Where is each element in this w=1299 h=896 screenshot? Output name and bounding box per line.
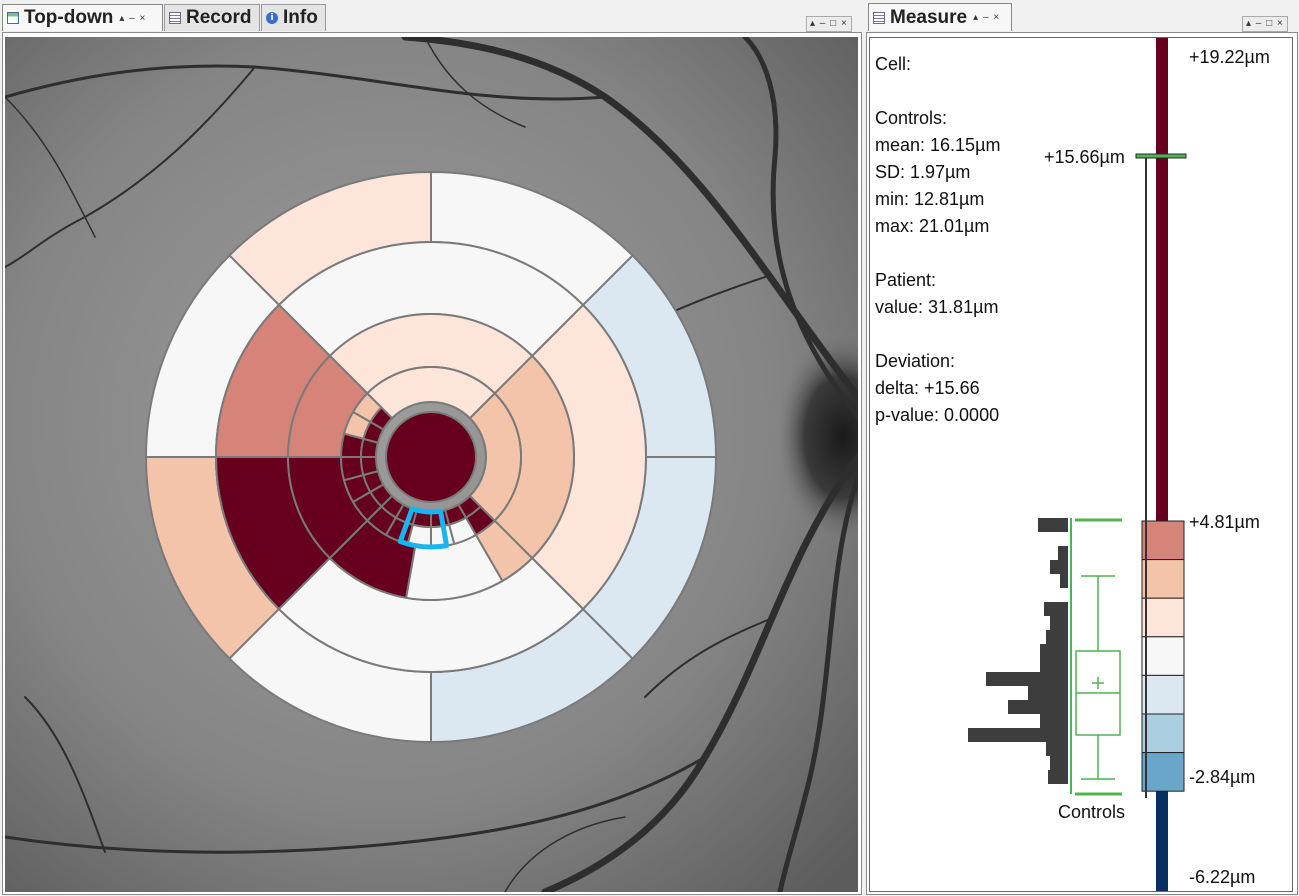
histogram-bar xyxy=(1048,770,1068,784)
etdrs-grid[interactable] xyxy=(144,170,718,744)
histogram-bar xyxy=(1050,756,1068,770)
tab-controls-icon[interactable]: ▴ – × xyxy=(119,13,146,24)
patient-marker xyxy=(1135,153,1187,159)
histogram-bar xyxy=(1040,644,1068,658)
histogram-bar xyxy=(1040,658,1068,672)
scale-band xyxy=(1141,597,1185,638)
histogram-bar xyxy=(1038,518,1068,532)
grid-center-cell xyxy=(385,411,477,503)
measure-area: Cell: Controls: mean: 16.15µm SD: 1.97µm… xyxy=(869,37,1293,892)
scale-band xyxy=(1141,559,1185,599)
info-icon: i xyxy=(266,12,278,24)
tab-controls-icon[interactable]: ▴ – × xyxy=(973,12,1000,23)
tab-label: Measure xyxy=(890,6,968,28)
fundus-image xyxy=(5,37,858,892)
scale-bottom-label: -6.22µm xyxy=(1189,867,1256,887)
scale-bar-lower xyxy=(1156,778,1168,891)
histogram-bar xyxy=(1050,616,1068,630)
histogram-bar xyxy=(1040,714,1068,728)
window-controls-icon[interactable]: ▴ – □ × xyxy=(806,16,852,32)
histogram-bar xyxy=(1046,742,1068,756)
tab-label: Info xyxy=(283,7,318,28)
tab-info[interactable]: i Info xyxy=(261,4,326,31)
histogram-bar xyxy=(1050,560,1068,574)
histogram-bar xyxy=(1058,546,1068,560)
fundus-view[interactable] xyxy=(5,37,858,892)
controls-histogram xyxy=(968,518,1072,794)
grid-cell xyxy=(359,437,380,458)
scale-band xyxy=(1141,752,1185,792)
scale-band xyxy=(1141,520,1185,561)
tab-label: Record xyxy=(186,7,252,28)
histogram-bar xyxy=(1008,700,1068,714)
scale-band xyxy=(1141,636,1185,676)
scale-top-label: +19.22µm xyxy=(1189,47,1270,67)
histogram-bar xyxy=(968,728,1068,742)
histogram-bar xyxy=(1028,686,1068,700)
controls-boxplot xyxy=(1075,518,1122,796)
tab-measure[interactable]: Measure ▴ – × xyxy=(868,3,1012,31)
scale-lower-label: -2.84µm xyxy=(1189,767,1256,787)
histogram-bar xyxy=(1044,602,1068,616)
histogram-bar xyxy=(986,672,1068,686)
grid-cell xyxy=(339,432,365,458)
window-icon xyxy=(7,12,19,24)
controls-caption: Controls xyxy=(1058,802,1126,822)
tab-top-down[interactable]: Top-down ▴ – × xyxy=(2,4,163,31)
scale-band xyxy=(1141,713,1185,754)
tab-record[interactable]: Record xyxy=(164,4,260,31)
tab-label: Top-down xyxy=(24,7,114,28)
histogram-bar xyxy=(1046,630,1068,644)
window-controls-icon[interactable]: ▴ – □ × xyxy=(1242,16,1288,32)
histogram-bar xyxy=(1060,574,1068,588)
table-icon xyxy=(873,11,885,24)
scale-band xyxy=(1141,674,1185,715)
table-icon xyxy=(169,12,181,24)
scale-marker-label: +15.66µm xyxy=(1044,147,1125,167)
deviation-scale xyxy=(1135,38,1187,891)
scale-bar-upper xyxy=(1156,38,1168,523)
scale-upper-label: +4.81µm xyxy=(1189,512,1260,532)
